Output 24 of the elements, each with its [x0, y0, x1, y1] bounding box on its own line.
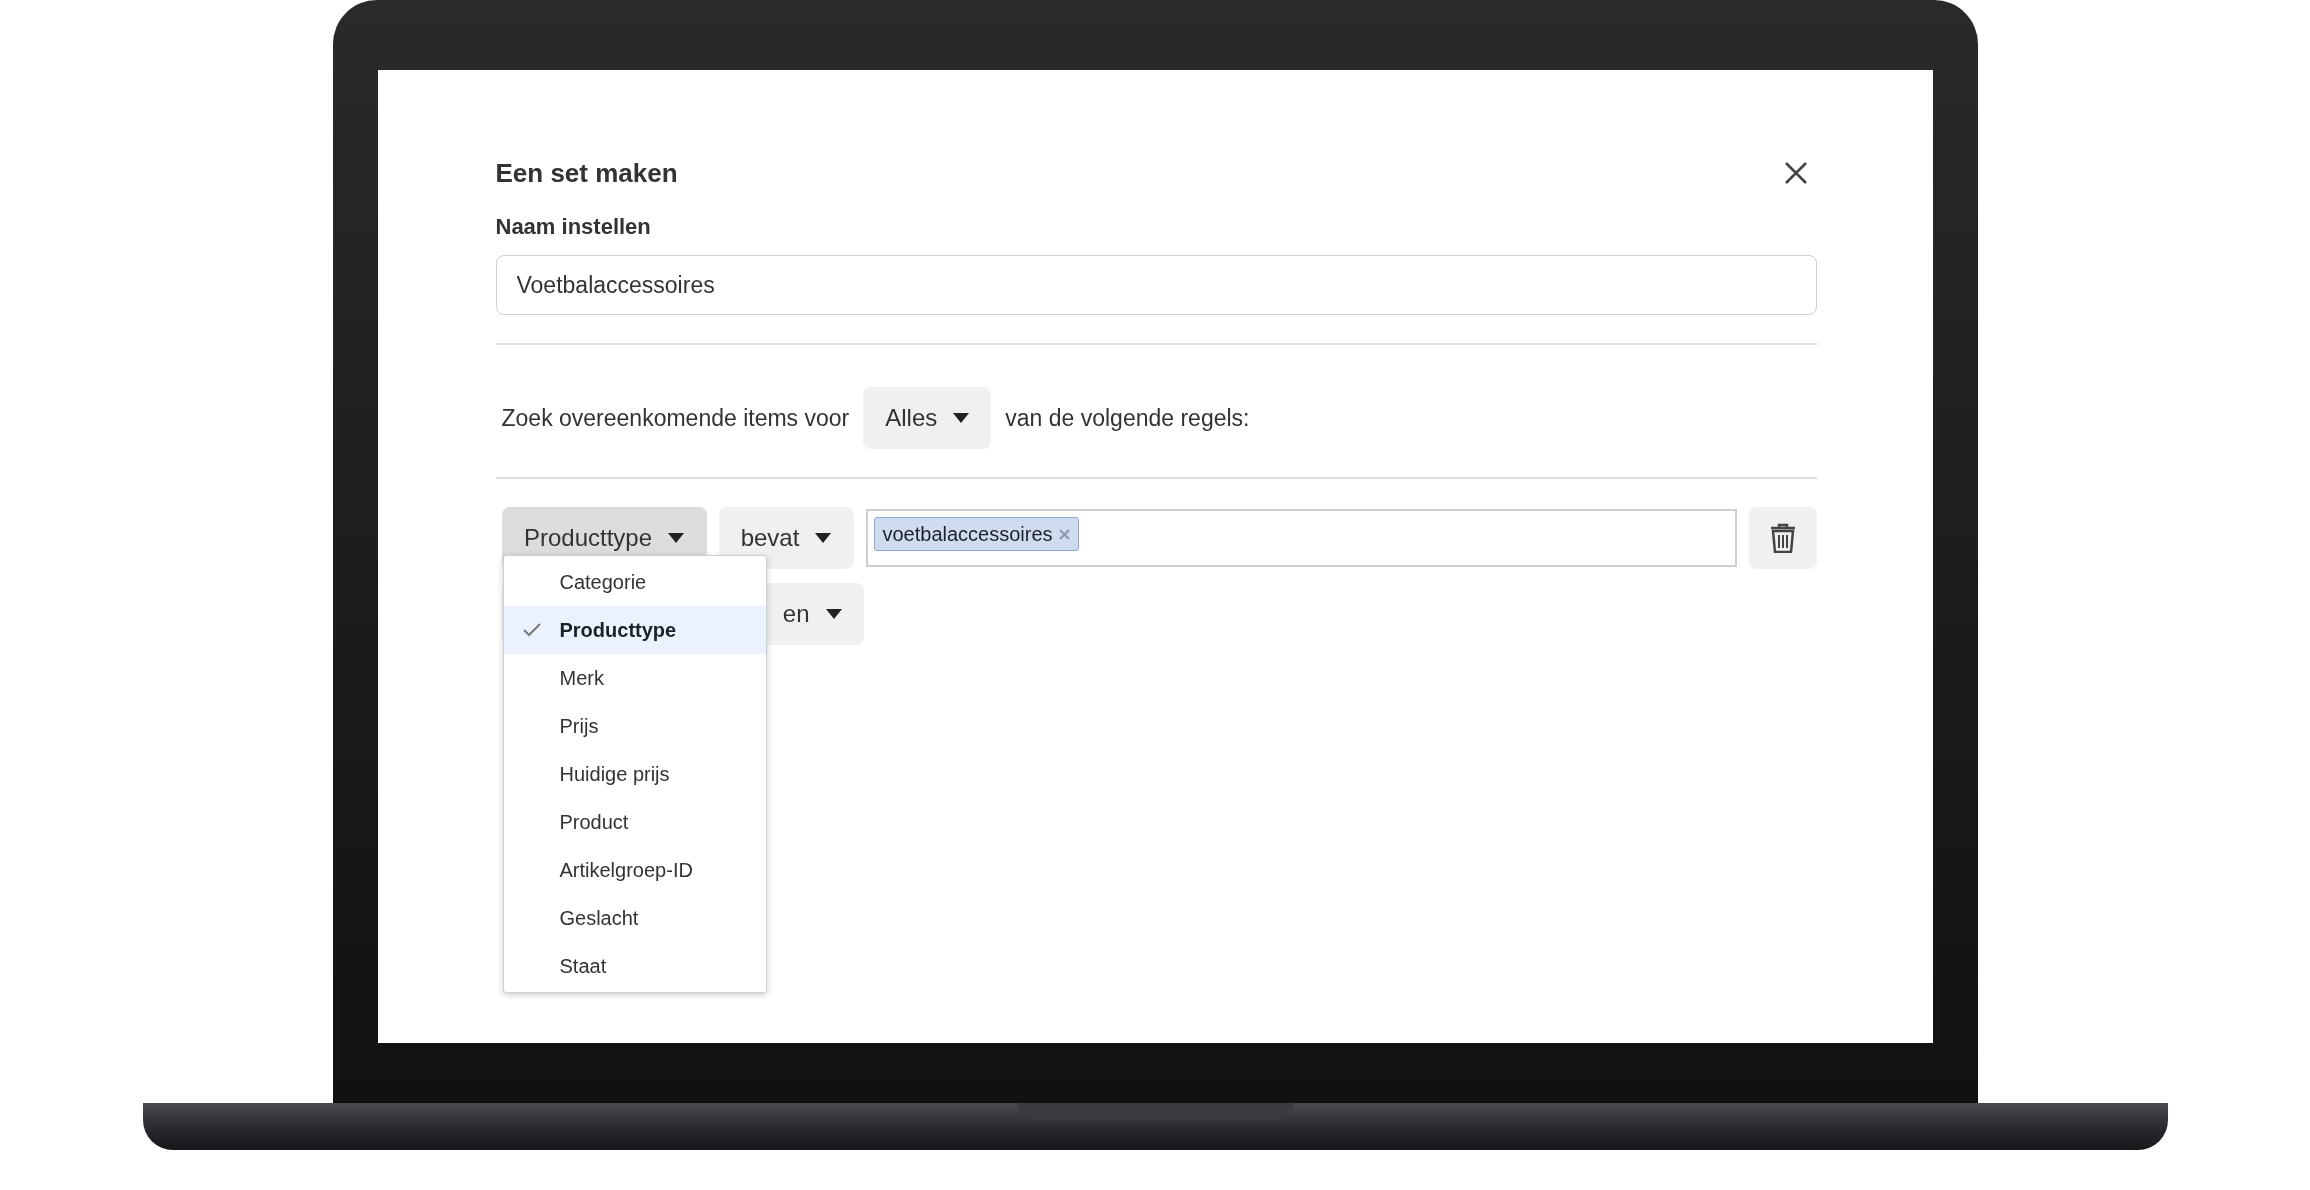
caret-icon — [825, 609, 842, 619]
trash-icon — [1769, 523, 1796, 553]
field-label: Naam instellen — [495, 213, 652, 241]
operator-dropdown[interactable]: bevat — [718, 507, 854, 569]
tag-input-field[interactable]: voetbalaccessoires — [865, 509, 1737, 567]
match-mode-dropdown[interactable]: Alles — [863, 387, 992, 449]
menu-item[interactable]: Geslacht — [503, 894, 766, 942]
delete-button[interactable] — [1748, 507, 1817, 569]
tag-chip[interactable]: voetbalaccessoires — [873, 517, 1079, 551]
menu-item[interactable]: Staat — [503, 942, 766, 990]
menu-item[interactable]: Producttype — [503, 606, 766, 654]
check-icon — [522, 623, 541, 637]
menu-item[interactable]: Huidige prijs — [503, 750, 766, 798]
dialog-title: Een set maken — [495, 156, 678, 190]
menu-item[interactable]: Merk — [503, 654, 766, 702]
caret-icon — [668, 533, 685, 543]
sentence-text: Zoek overeenkomende items voor — [501, 403, 850, 433]
name-input-field[interactable]: Voetbalaccessoires — [495, 255, 1817, 315]
menu-item[interactable]: Artikelgroep-ID — [503, 846, 766, 894]
sentence-text: van de volgende regels: — [1005, 403, 1250, 433]
menu-item[interactable]: Prijs — [503, 702, 766, 750]
menu-item[interactable]: Product — [503, 798, 766, 846]
caret-icon — [953, 413, 970, 423]
caret-icon — [815, 533, 832, 543]
